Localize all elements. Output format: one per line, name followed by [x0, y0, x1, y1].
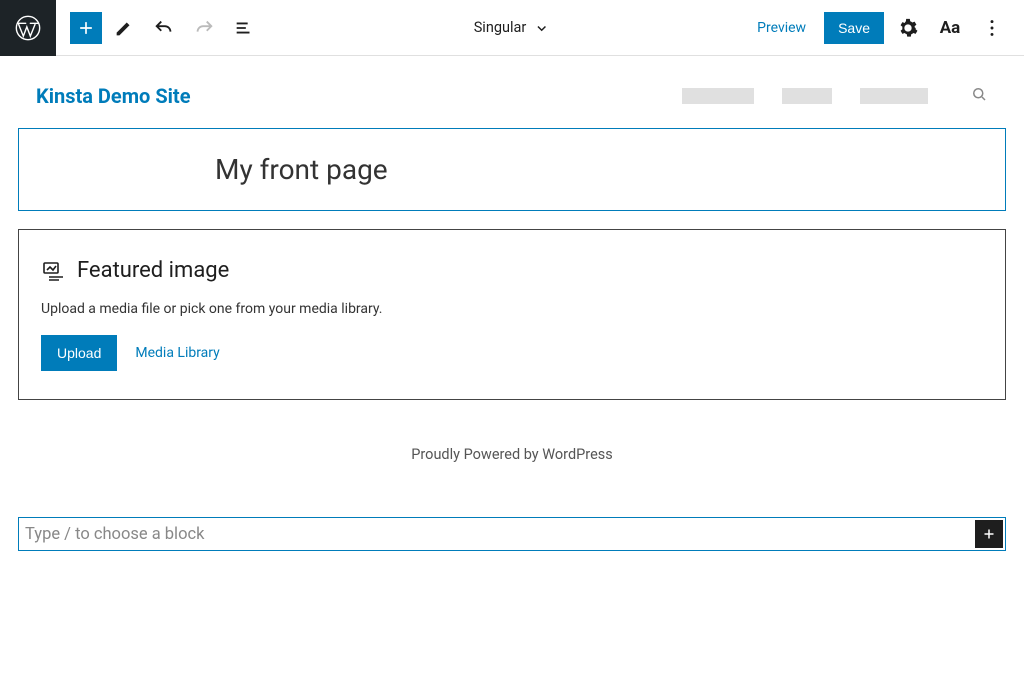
toolbar-right-group: Preview Save Aa — [745, 10, 1024, 46]
block-appender-add-button[interactable] — [975, 520, 1003, 548]
featured-image-heading: Featured image — [77, 258, 229, 283]
pencil-icon — [113, 17, 135, 39]
featured-image-icon — [41, 259, 65, 283]
featured-image-block[interactable]: Featured image Upload a media file or pi… — [18, 229, 1006, 400]
nav-placeholder[interactable] — [782, 88, 832, 104]
nav-placeholder[interactable] — [860, 88, 928, 104]
search-icon — [970, 85, 988, 103]
featured-image-header: Featured image — [41, 258, 983, 283]
list-view-button[interactable] — [226, 10, 262, 46]
upload-button[interactable]: Upload — [41, 335, 117, 371]
save-button[interactable]: Save — [824, 12, 884, 44]
undo-icon — [153, 17, 175, 39]
block-appender[interactable]: Type / to choose a block — [18, 517, 1006, 551]
plus-icon — [76, 18, 96, 38]
kebab-icon — [981, 17, 1003, 39]
wordpress-icon — [14, 14, 42, 42]
settings-button[interactable] — [890, 10, 926, 46]
nav-placeholder[interactable] — [682, 88, 754, 104]
featured-image-description: Upload a media file or pick one from you… — [41, 301, 983, 317]
editor-toolbar: Singular Preview Save Aa — [0, 0, 1024, 56]
content-area: My front page Featured image Upload a me… — [0, 128, 1024, 463]
more-options-button[interactable] — [974, 10, 1010, 46]
edit-mode-button[interactable] — [106, 10, 142, 46]
template-dropdown[interactable]: Singular — [474, 19, 551, 37]
list-view-icon — [233, 17, 255, 39]
undo-button[interactable] — [146, 10, 182, 46]
redo-button[interactable] — [186, 10, 222, 46]
featured-image-actions: Upload Media Library — [41, 335, 983, 371]
redo-icon — [193, 17, 215, 39]
media-library-link[interactable]: Media Library — [135, 345, 219, 361]
chevron-down-icon — [532, 19, 550, 37]
wordpress-logo[interactable] — [0, 0, 56, 56]
search-button[interactable] — [970, 85, 988, 107]
footer-credit: Proudly Powered by WordPress — [18, 446, 1006, 463]
plus-icon — [980, 525, 998, 543]
post-title-block[interactable]: My front page — [18, 128, 1006, 211]
site-title[interactable]: Kinsta Demo Site — [36, 84, 191, 108]
nav-placeholders — [682, 85, 988, 107]
add-block-button[interactable] — [70, 12, 102, 44]
block-appender-placeholder: Type / to choose a block — [25, 525, 975, 544]
styles-button[interactable]: Aa — [932, 10, 968, 46]
post-title-text: My front page — [215, 153, 809, 186]
site-header: Kinsta Demo Site — [0, 56, 1024, 128]
gear-icon — [897, 17, 919, 39]
preview-button[interactable]: Preview — [745, 12, 818, 44]
toolbar-left-group — [56, 10, 262, 46]
template-dropdown-label: Singular — [474, 19, 527, 36]
